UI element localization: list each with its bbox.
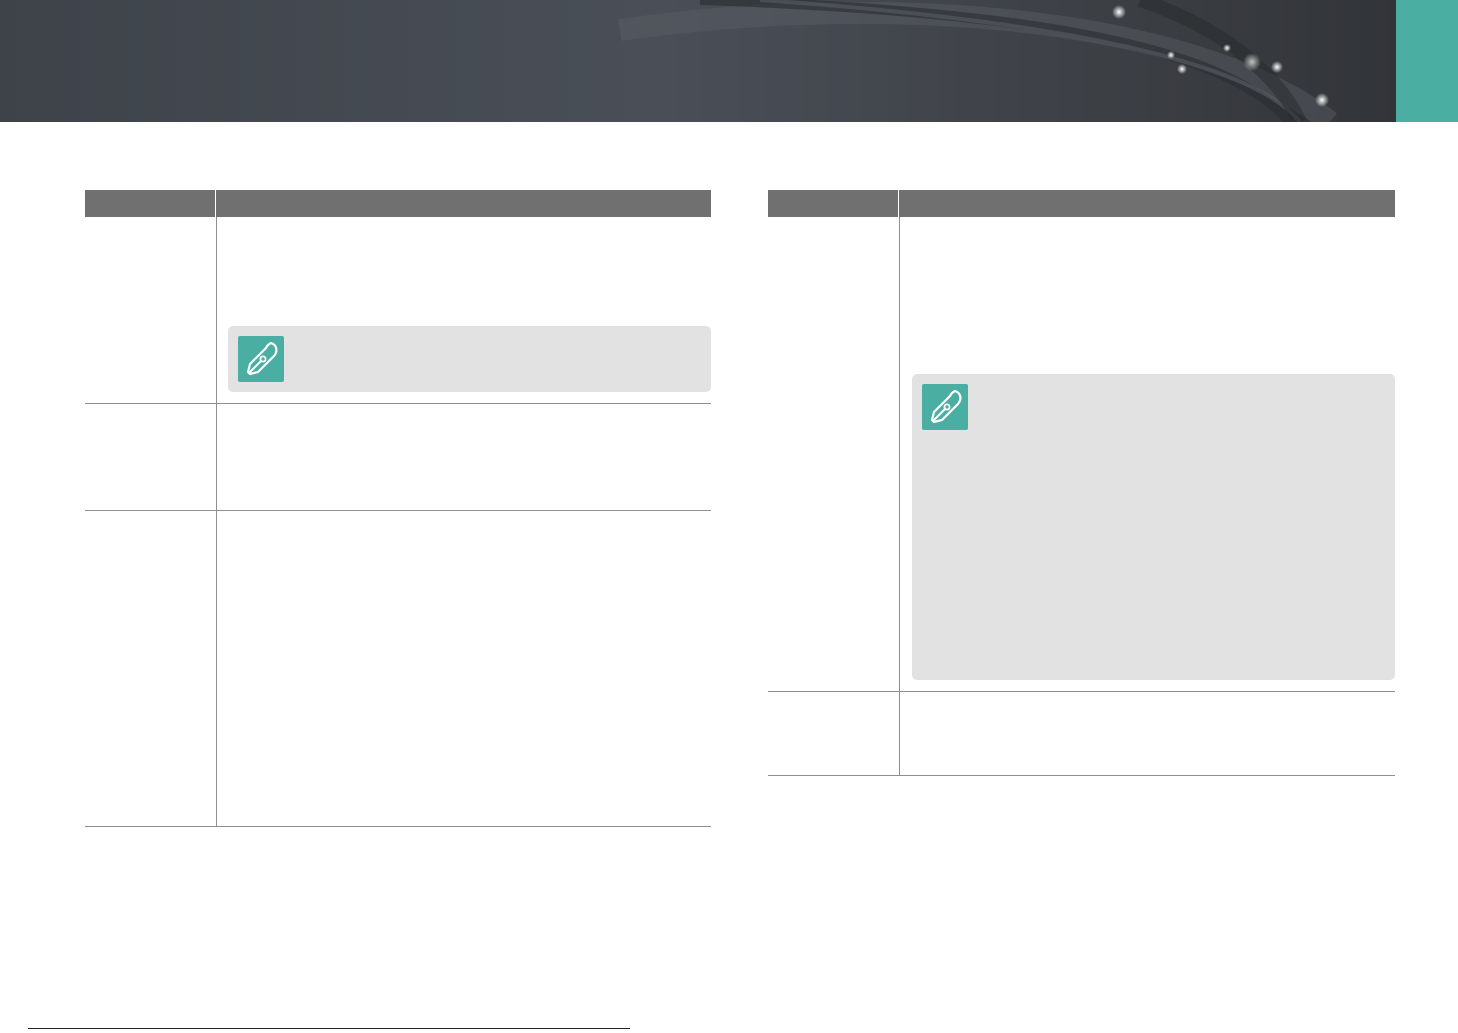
table-row — [768, 217, 1395, 692]
header-cell-option — [768, 190, 899, 217]
option-description — [900, 217, 1395, 691]
option-description — [217, 404, 711, 510]
table-header — [85, 190, 711, 217]
table-row — [85, 511, 711, 827]
table-row — [768, 692, 1395, 776]
header-cell-description — [216, 190, 711, 217]
pen-nib-icon — [922, 384, 968, 430]
option-description — [217, 511, 711, 826]
option-label — [768, 692, 900, 775]
option-description — [217, 217, 711, 403]
right-settings-table — [768, 190, 1395, 776]
table-row — [85, 217, 711, 404]
header-cell-description — [899, 190, 1395, 217]
left-settings-table — [85, 190, 711, 827]
option-description — [900, 692, 1395, 775]
header-cell-option — [85, 190, 216, 217]
table-row — [85, 404, 711, 511]
chapter-tab — [1396, 0, 1458, 122]
manual-page — [0, 0, 1458, 1033]
option-label — [768, 217, 900, 691]
header-background — [0, 0, 1458, 122]
header-banner — [0, 0, 1458, 122]
pen-nib-icon — [238, 336, 284, 382]
note-box — [228, 326, 711, 392]
footer-rule — [28, 1028, 630, 1029]
option-label — [85, 511, 217, 826]
table-header — [768, 190, 1395, 217]
option-label — [85, 217, 217, 403]
option-label — [85, 404, 217, 510]
note-box — [912, 374, 1395, 680]
